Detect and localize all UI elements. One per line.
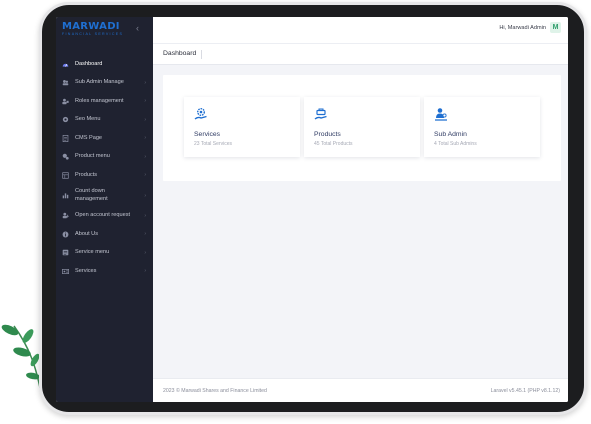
- services-icon: [62, 268, 69, 274]
- users-icon: [62, 80, 69, 86]
- sidebar-item-label: Open account request: [75, 212, 131, 218]
- account-icon: [62, 212, 69, 219]
- chevron-right-icon: ›: [144, 172, 146, 179]
- chart-icon: [62, 193, 69, 199]
- page-title-bar: Dashboard: [153, 43, 568, 65]
- app-screen: MARWADI FINANCIAL SERVICES ‹ Dashboard S…: [56, 17, 568, 402]
- sidebar-item-products[interactable]: Products ›: [56, 166, 153, 185]
- sidebar-item-label: Roles management: [75, 97, 124, 104]
- sidebar-item-product-menu[interactable]: Product menu ›: [56, 148, 153, 167]
- sidebar-item-label: Services: [75, 267, 97, 274]
- card-services[interactable]: Services 23 Total Services: [184, 97, 300, 157]
- footer-version: Laravel v5.45.1 (PHP v8.1.12): [490, 388, 560, 394]
- user-greeting[interactable]: Hi, Marwadi Admin: [499, 25, 546, 31]
- chevron-right-icon: ›: [144, 249, 146, 256]
- sidebar-nav: Dashboard Sub Admin Manage › Roles manag…: [56, 55, 153, 281]
- card-products[interactable]: Products 45 Total Products: [304, 97, 420, 157]
- dashboard-panel: Services 23 Total Services Products 45 T…: [163, 75, 561, 181]
- card-sub-admin[interactable]: Sub Admin 4 Total Sub Admins: [424, 97, 540, 157]
- sidebar-item-label: Dashboard: [75, 60, 103, 67]
- brand-logo[interactable]: MARWADI FINANCIAL SERVICES: [62, 21, 123, 36]
- chevron-right-icon: ›: [144, 231, 146, 238]
- chevron-right-icon: ›: [144, 116, 146, 123]
- sidebar-item-services[interactable]: Services ›: [56, 262, 153, 281]
- sidebar-item-about-us[interactable]: About Us ›: [56, 225, 153, 244]
- chevron-right-icon: ›: [144, 153, 146, 160]
- sidebar: MARWADI FINANCIAL SERVICES ‹ Dashboard S…: [56, 17, 153, 402]
- sidebar-item-label: Service menu: [75, 249, 110, 255]
- product-menu-icon: [62, 153, 69, 160]
- sidebar-item-roles-management[interactable]: Roles management ›: [56, 92, 153, 111]
- dashboard-icon: [62, 63, 69, 67]
- sidebar-item-label: Products: [75, 171, 98, 178]
- title-divider: [201, 50, 202, 59]
- sidebar-item-label: Product menu: [75, 153, 110, 159]
- chevron-right-icon: ›: [144, 268, 146, 275]
- chevron-right-icon: ›: [144, 98, 146, 105]
- sidebar-item-count-down-management[interactable]: Count down management ›: [56, 185, 153, 207]
- sidebar-item-label: Seo Menu: [75, 116, 101, 122]
- chevron-left-icon[interactable]: ‹: [136, 24, 139, 33]
- card-title: Products: [314, 131, 341, 138]
- sidebar-item-label: About Us: [75, 230, 99, 237]
- services-gear-hand-icon: [194, 108, 207, 120]
- list-icon: [62, 249, 69, 256]
- brand-tagline: FINANCIAL SERVICES: [62, 32, 124, 36]
- main-content: Hi, Marwadi Admin M Dashboard Services 2…: [153, 17, 568, 402]
- products-icon: [62, 172, 69, 179]
- chevron-right-icon: ›: [144, 212, 146, 219]
- card-subtitle: 23 Total Services: [194, 141, 232, 147]
- sidebar-item-service-menu[interactable]: Service menu ›: [56, 244, 153, 263]
- sidebar-item-label: CMS Page: [75, 134, 103, 141]
- chevron-right-icon: ›: [144, 79, 146, 86]
- sidebar-item-label: Sub Admin Manage: [75, 79, 124, 85]
- sub-admin-icon: [435, 108, 447, 121]
- footer: 2023 © Marwadi Shares and Finance Limite…: [153, 378, 568, 402]
- info-icon: [62, 231, 69, 238]
- avatar[interactable]: M: [550, 22, 561, 33]
- card-title: Sub Admin: [434, 131, 467, 138]
- sidebar-item-label: Count down management: [75, 188, 108, 202]
- page-icon: [62, 134, 69, 142]
- card-title: Services: [194, 131, 221, 138]
- sidebar-item-dashboard[interactable]: Dashboard: [56, 55, 153, 74]
- sidebar-item-seo-menu[interactable]: Seo Menu ›: [56, 111, 153, 130]
- card-subtitle: 4 Total Sub Admins: [434, 141, 477, 147]
- brand-name: MARWADI: [62, 21, 120, 32]
- products-hand-icon: [314, 108, 327, 120]
- card-subtitle: 45 Total Products: [314, 141, 353, 147]
- roles-icon: [62, 98, 69, 105]
- sidebar-item-open-account-request[interactable]: Open account request ›: [56, 207, 153, 226]
- sidebar-item-sub-admin-manage[interactable]: Sub Admin Manage ›: [56, 74, 153, 93]
- chevron-right-icon: ›: [144, 135, 146, 142]
- chevron-right-icon: ›: [144, 192, 146, 199]
- sidebar-item-cms-page[interactable]: CMS Page ›: [56, 129, 153, 148]
- footer-copyright: 2023 © Marwadi Shares and Finance Limite…: [163, 388, 267, 394]
- page-title: Dashboard: [163, 50, 197, 57]
- gear-icon: [62, 117, 69, 123]
- top-header: Hi, Marwadi Admin M: [153, 17, 568, 43]
